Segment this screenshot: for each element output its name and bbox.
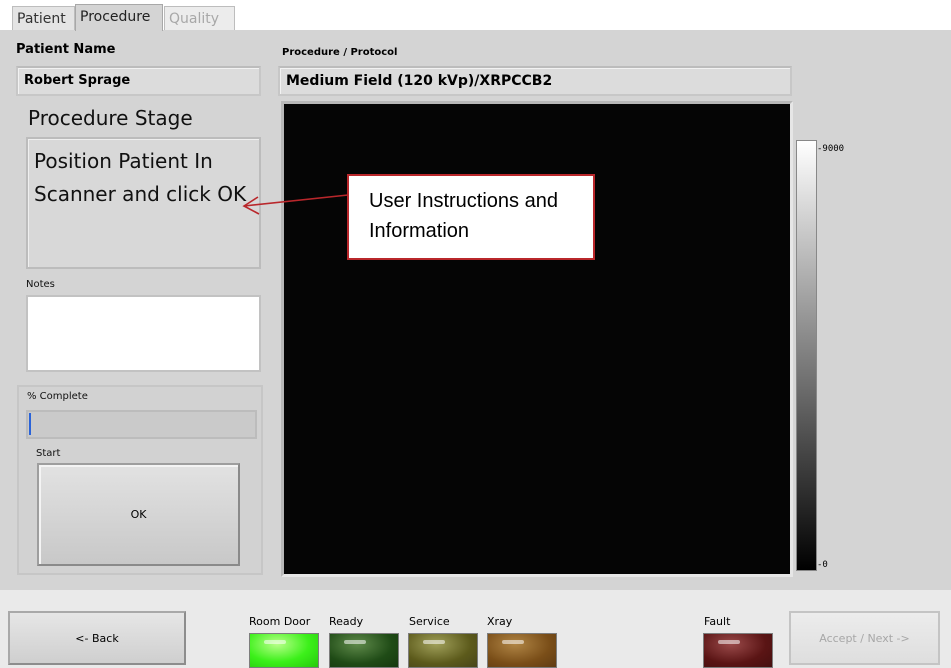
ok-button[interactable]: OK [37,463,240,566]
procedure-stage-title: Procedure Stage [28,106,193,130]
patient-name-field: Robert Sprage [16,66,261,96]
tab-patient[interactable]: Patient [12,6,75,30]
annotation-arrow [242,194,349,215]
procedure-protocol-label: Procedure / Protocol [282,47,398,58]
room-door-indicator [249,633,319,668]
tab-quality[interactable]: Quality [164,6,235,30]
progress-bar [26,410,257,439]
notes-label: Notes [26,279,55,290]
colorbar-max-value: 9000 [822,144,845,154]
fault-indicator [703,633,773,668]
progress-bar-fill [29,413,31,435]
notes-field[interactable] [26,295,261,372]
procedure-stage-message: Position Patient In Scanner and click OK [26,137,261,269]
image-viewer [281,101,793,577]
xray-label: Xray [487,615,513,628]
back-button[interactable]: <- Back [8,611,186,665]
annotation-callout: User Instructions and Information [347,174,595,260]
service-label: Service [409,615,450,628]
colorbar-max-label: -9000 [817,144,845,154]
percent-complete-label: % Complete [27,391,88,402]
service-indicator [408,633,478,668]
ready-indicator [329,633,399,668]
tab-procedure[interactable]: Procedure [75,4,163,31]
xray-indicator [487,633,557,668]
patient-name-label: Patient Name [16,42,116,57]
procedure-protocol-field: Medium Field (120 kVp)/XRPCCB2 [278,66,792,96]
accept-next-button[interactable]: Accept / Next -> [789,611,940,665]
colorbar [796,140,817,571]
colorbar-min-label: -0 [817,560,828,570]
start-label: Start [36,448,61,459]
colorbar-min-value: 0 [822,560,828,570]
fault-label: Fault [704,615,731,628]
ready-label: Ready [329,615,364,628]
room-door-label: Room Door [249,615,311,628]
